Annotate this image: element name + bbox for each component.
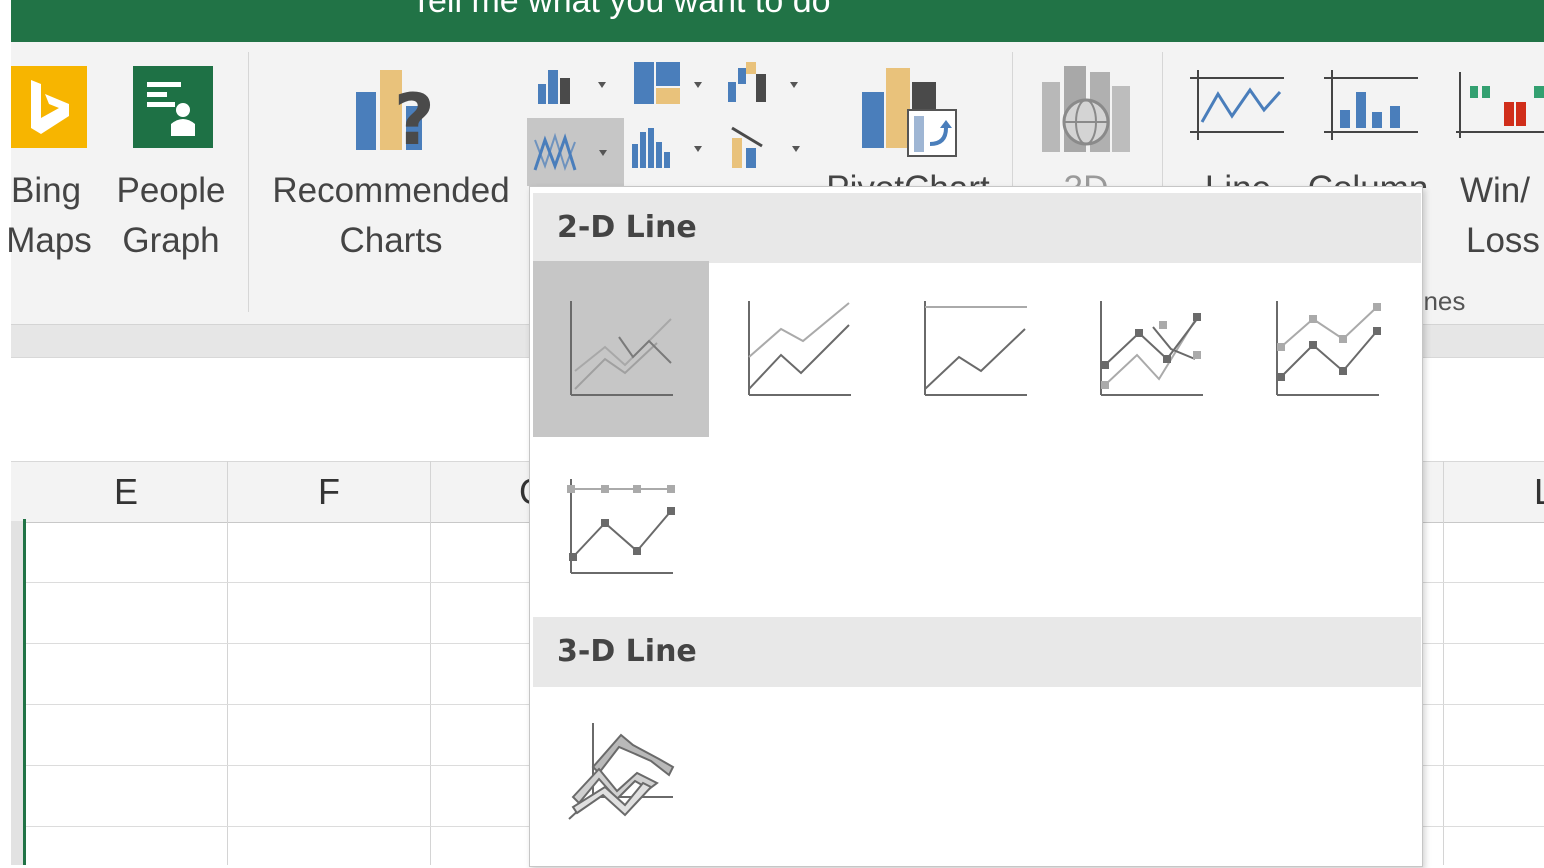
column-header-e[interactable]: E: [26, 462, 226, 522]
selection-border: [23, 519, 26, 865]
gallery-item-100-stacked-line[interactable]: [887, 261, 1063, 437]
sparkline-line-label: Line: [1190, 166, 1286, 188]
insert-statistic-chart-button[interactable]: [630, 124, 710, 172]
sparkline-column-label: Column: [1300, 166, 1436, 188]
column-divider: [227, 461, 228, 865]
gallery-item-line-with-markers[interactable]: [1063, 261, 1239, 437]
pivotchart-label: PivotChart: [822, 166, 994, 188]
3d-map-icon[interactable]: [1040, 62, 1132, 154]
insert-hierarchy-chart-button[interactable]: [632, 60, 712, 108]
3d-map-label: 3D: [1040, 166, 1132, 188]
bing-maps-label-2: Maps: [6, 221, 92, 260]
sparkline-line-icon[interactable]: [1188, 68, 1286, 142]
column-header-l[interactable]: L: [1444, 462, 1544, 522]
gallery-item-stacked-line-with-markers[interactable]: [1239, 261, 1415, 437]
insert-line-chart-button[interactable]: [527, 118, 624, 186]
people-graph-label-1: People: [116, 171, 226, 210]
bing-maps-label-1: Bing: [11, 171, 82, 210]
insert-waterfall-chart-button[interactable]: [726, 60, 806, 108]
bing-maps-icon[interactable]: [11, 66, 87, 148]
people-graph-icon[interactable]: [133, 66, 213, 148]
section-header-2d-line: 2-D Line: [533, 193, 1421, 263]
section-header-3d-line: 3-D Line: [533, 617, 1421, 687]
insert-column-chart-button[interactable]: [536, 64, 616, 108]
column-divider: [430, 461, 431, 865]
sparkline-winloss-label-1: Win/: [1460, 171, 1530, 210]
gallery-item-3d-line[interactable]: [533, 687, 709, 863]
gallery-item-100-stacked-line-with-markers[interactable]: [533, 439, 709, 615]
sparkline-winloss-label-2: Loss: [1466, 221, 1540, 260]
recommended-charts-label-2: Charts: [339, 221, 443, 260]
tell-me-search[interactable]: Tell me what you want to do: [411, 0, 831, 21]
gallery-item-stacked-line[interactable]: [711, 261, 887, 437]
title-bar: Tell me what you want to do: [11, 0, 1544, 42]
sparkline-column-icon[interactable]: [1322, 68, 1420, 142]
ribbon-separator: [1162, 52, 1163, 190]
line-chart-gallery: 2-D Line 3-D Line: [529, 186, 1423, 867]
gallery-item-line[interactable]: [533, 261, 709, 437]
sparkline-winloss-icon[interactable]: [1454, 66, 1544, 142]
people-graph-label-2: Graph: [122, 221, 220, 260]
ribbon-separator: [1012, 52, 1013, 190]
insert-combo-chart-button[interactable]: [728, 124, 808, 172]
column-header-f[interactable]: F: [228, 462, 430, 522]
ribbon-separator: [248, 52, 249, 312]
pivotchart-icon[interactable]: [860, 66, 960, 160]
column-divider: [1443, 461, 1444, 865]
recommended-charts-icon[interactable]: ?: [354, 66, 446, 161]
svg-text:?: ?: [394, 79, 435, 156]
recommended-charts-label-1: Recommended: [272, 171, 510, 210]
